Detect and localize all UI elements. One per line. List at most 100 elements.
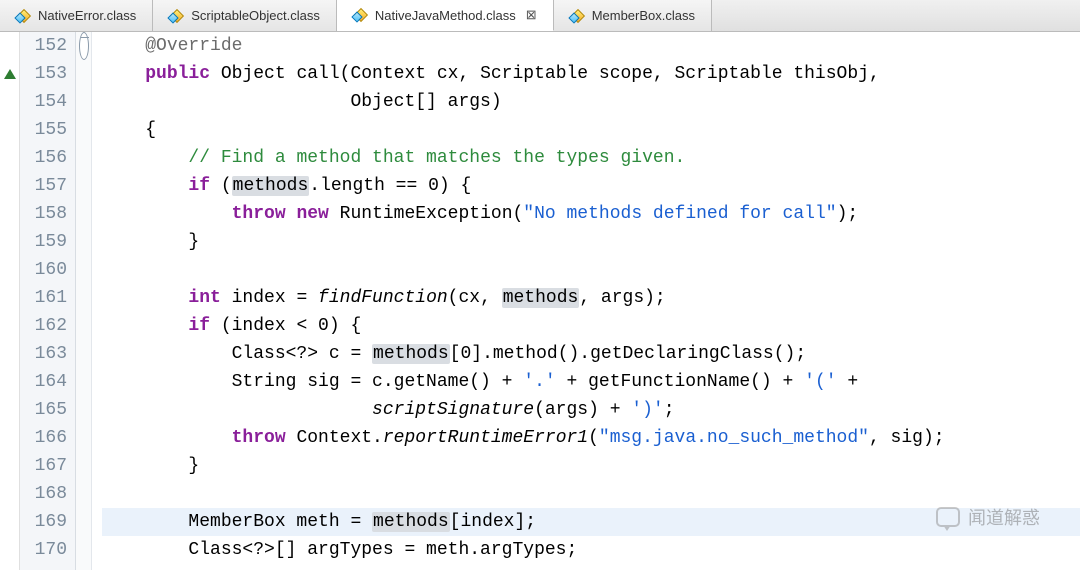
line-number: 165 <box>24 396 67 424</box>
wechat-icon <box>936 507 960 527</box>
code-line[interactable]: throw new RuntimeException("No methods d… <box>102 200 1080 228</box>
fold-cell <box>76 32 91 60</box>
gutter-mark <box>0 60 19 88</box>
fold-cell <box>76 312 91 340</box>
fold-cell <box>76 116 91 144</box>
fold-cell <box>76 200 91 228</box>
gutter-mark <box>0 144 19 172</box>
line-number: 152 <box>24 32 67 60</box>
tab-label: NativeJavaMethod.class <box>375 8 516 23</box>
fold-cell <box>76 396 91 424</box>
tab-native-java-method[interactable]: NativeJavaMethod.class ⊠ <box>337 0 554 31</box>
line-number: 169 <box>24 508 67 536</box>
fold-gutter <box>76 32 92 570</box>
fold-cell <box>76 228 91 256</box>
watermark-text: 闻道解惑 <box>968 504 1040 530</box>
line-number: 167 <box>24 452 67 480</box>
code-line[interactable]: // Find a method that matches the types … <box>102 144 1080 172</box>
marker-gutter <box>0 32 20 570</box>
java-class-icon <box>570 8 586 24</box>
code-line[interactable] <box>102 480 1080 508</box>
fold-cell <box>76 340 91 368</box>
fold-cell <box>76 368 91 396</box>
gutter-mark <box>0 312 19 340</box>
line-number: 168 <box>24 480 67 508</box>
line-number: 159 <box>24 228 67 256</box>
fold-cell <box>76 452 91 480</box>
code-area[interactable]: @Override public Object call(Context cx,… <box>92 32 1080 570</box>
gutter-mark <box>0 452 19 480</box>
gutter-mark <box>0 508 19 536</box>
gutter-mark <box>0 284 19 312</box>
tab-native-error[interactable]: NativeError.class <box>0 0 153 31</box>
tab-label: NativeError.class <box>38 8 136 23</box>
fold-cell <box>76 424 91 452</box>
code-editor[interactable]: 1521531541551561571581591601611621631641… <box>0 32 1080 570</box>
line-number: 153 <box>24 60 67 88</box>
line-number: 160 <box>24 256 67 284</box>
line-number: 158 <box>24 200 67 228</box>
line-number: 154 <box>24 88 67 116</box>
fold-cell <box>76 284 91 312</box>
gutter-mark <box>0 32 19 60</box>
gutter-mark <box>0 88 19 116</box>
java-class-icon <box>353 7 369 23</box>
code-line[interactable]: if (methods.length == 0) { <box>102 172 1080 200</box>
code-line[interactable]: if (index < 0) { <box>102 312 1080 340</box>
gutter-mark <box>0 368 19 396</box>
fold-cell <box>76 256 91 284</box>
java-class-icon <box>16 8 32 24</box>
code-line[interactable]: public Object call(Context cx, Scriptabl… <box>102 60 1080 88</box>
close-icon[interactable]: ⊠ <box>526 7 537 23</box>
code-line[interactable]: @Override <box>102 32 1080 60</box>
line-number: 155 <box>24 116 67 144</box>
fold-cell <box>76 144 91 172</box>
line-number: 162 <box>24 312 67 340</box>
gutter-mark <box>0 340 19 368</box>
fold-cell <box>76 536 91 564</box>
code-line[interactable]: MemberBox meth = methods[index]; <box>102 508 1080 536</box>
gutter-mark <box>0 480 19 508</box>
fold-cell <box>76 88 91 116</box>
java-class-icon <box>169 8 185 24</box>
gutter-mark <box>0 172 19 200</box>
tab-label: MemberBox.class <box>592 8 695 23</box>
line-number: 156 <box>24 144 67 172</box>
code-line[interactable]: } <box>102 452 1080 480</box>
code-line[interactable]: } <box>102 228 1080 256</box>
gutter-mark <box>0 396 19 424</box>
fold-cell <box>76 480 91 508</box>
line-number: 164 <box>24 368 67 396</box>
line-number: 163 <box>24 340 67 368</box>
fold-cell <box>76 60 91 88</box>
code-line[interactable] <box>102 256 1080 284</box>
override-marker-icon[interactable] <box>4 69 16 79</box>
fold-toggle-icon[interactable] <box>79 32 89 60</box>
line-number-gutter: 1521531541551561571581591601611621631641… <box>20 32 76 570</box>
gutter-mark <box>0 116 19 144</box>
code-line[interactable]: Class<?> c = methods[0].method().getDecl… <box>102 340 1080 368</box>
line-number: 157 <box>24 172 67 200</box>
code-line[interactable]: Class<?>[] argTypes = meth.argTypes; <box>102 536 1080 564</box>
code-line[interactable]: throw Context.reportRuntimeError1("msg.j… <box>102 424 1080 452</box>
tab-scriptable-object[interactable]: ScriptableObject.class <box>153 0 337 31</box>
fold-cell <box>76 172 91 200</box>
gutter-mark <box>0 256 19 284</box>
line-number: 166 <box>24 424 67 452</box>
code-line[interactable]: { <box>102 116 1080 144</box>
code-line[interactable]: String sig = c.getName() + '.' + getFunc… <box>102 368 1080 396</box>
line-number: 170 <box>24 536 67 564</box>
code-line[interactable]: scriptSignature(args) + ')'; <box>102 396 1080 424</box>
tab-bar: NativeError.class ScriptableObject.class… <box>0 0 1080 32</box>
tab-member-box[interactable]: MemberBox.class <box>554 0 712 31</box>
tab-label: ScriptableObject.class <box>191 8 320 23</box>
gutter-mark <box>0 200 19 228</box>
fold-cell <box>76 508 91 536</box>
line-number: 161 <box>24 284 67 312</box>
code-line[interactable]: Object[] args) <box>102 88 1080 116</box>
watermark: 闻道解惑 <box>936 504 1040 530</box>
gutter-mark <box>0 228 19 256</box>
gutter-mark <box>0 536 19 564</box>
gutter-mark <box>0 424 19 452</box>
code-line[interactable]: int index = findFunction(cx, methods, ar… <box>102 284 1080 312</box>
